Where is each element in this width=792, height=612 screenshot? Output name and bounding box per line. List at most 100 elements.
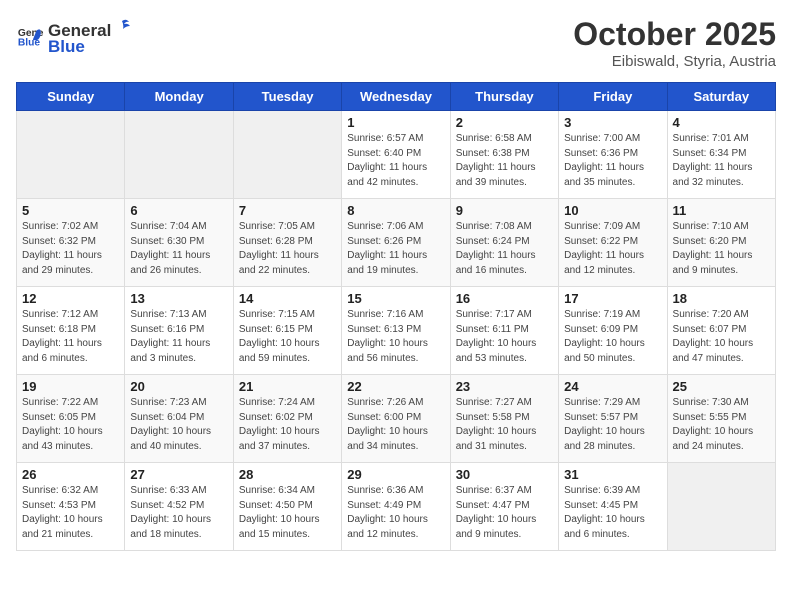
day-info: Sunrise: 7:01 AM Sunset: 6:34 PM Dayligh… <box>673 132 770 190</box>
title-block: October 2025 Eibiswald, Styria, Austria <box>573 16 776 70</box>
calendar-week-3: 12 Sunrise: 7:12 AM Sunset: 6:18 PM Dayli… <box>17 287 776 375</box>
day-number: 2 <box>456 115 553 130</box>
calendar-cell: 5 Sunrise: 7:02 AM Sunset: 6:32 PM Daylig… <box>17 199 125 287</box>
calendar-cell <box>233 111 341 199</box>
day-info: Sunrise: 6:32 AM Sunset: 4:53 PM Dayligh… <box>22 484 119 542</box>
calendar-cell: 19 Sunrise: 7:22 AM Sunset: 6:05 PM Dayli… <box>17 375 125 463</box>
day-info: Sunrise: 7:22 AM Sunset: 6:05 PM Dayligh… <box>22 396 119 454</box>
logo: General Blue General Blue <box>16 16 133 57</box>
day-info: Sunrise: 7:15 AM Sunset: 6:15 PM Dayligh… <box>239 308 336 366</box>
day-number: 20 <box>130 379 227 394</box>
day-info: Sunrise: 6:33 AM Sunset: 4:52 PM Dayligh… <box>130 484 227 542</box>
day-number: 18 <box>673 291 770 306</box>
weekday-header-saturday: Saturday <box>667 83 775 111</box>
day-number: 10 <box>564 203 661 218</box>
calendar-cell: 13Sunrise: 7:13 AM Sunset: 6:16 PM Dayli… <box>125 287 233 375</box>
calendar-cell: 4 Sunrise: 7:01 AM Sunset: 6:34 PM Daylig… <box>667 111 775 199</box>
calendar-cell: 1 Sunrise: 6:57 AM Sunset: 6:40 PM Daylig… <box>342 111 450 199</box>
day-number: 7 <box>239 203 336 218</box>
day-info: Sunrise: 7:17 AM Sunset: 6:11 PM Dayligh… <box>456 308 553 366</box>
svg-text:Blue: Blue <box>18 37 41 48</box>
day-info: Sunrise: 7:02 AM Sunset: 6:32 PM Dayligh… <box>22 220 119 278</box>
day-info: Sunrise: 6:37 AM Sunset: 4:47 PM Dayligh… <box>456 484 553 542</box>
calendar-cell <box>17 111 125 199</box>
day-info: Sunrise: 7:12 AM Sunset: 6:18 PM Dayligh… <box>22 308 119 366</box>
calendar-cell: 15Sunrise: 7:16 AM Sunset: 6:13 PM Dayli… <box>342 287 450 375</box>
weekday-header-tuesday: Tuesday <box>233 83 341 111</box>
calendar-week-5: 26 Sunrise: 6:32 AM Sunset: 4:53 PM Dayli… <box>17 463 776 551</box>
day-info: Sunrise: 7:05 AM Sunset: 6:28 PM Dayligh… <box>239 220 336 278</box>
day-number: 1 <box>347 115 444 130</box>
day-info: Sunrise: 7:06 AM Sunset: 6:26 PM Dayligh… <box>347 220 444 278</box>
page-header: General Blue General Blue October 2025 E… <box>16 16 776 70</box>
calendar-cell: 27 Sunrise: 6:33 AM Sunset: 4:52 PM Dayli… <box>125 463 233 551</box>
day-info: Sunrise: 7:27 AM Sunset: 5:58 PM Dayligh… <box>456 396 553 454</box>
day-number: 26 <box>22 467 119 482</box>
day-number: 25 <box>673 379 770 394</box>
calendar-cell: 16 Sunrise: 7:17 AM Sunset: 6:11 PM Dayli… <box>450 287 558 375</box>
day-number: 21 <box>239 379 336 394</box>
calendar-cell: 24Sunrise: 7:29 AM Sunset: 5:57 PM Dayli… <box>559 375 667 463</box>
calendar-cell: 22 Sunrise: 7:26 AM Sunset: 6:00 PM Dayli… <box>342 375 450 463</box>
calendar-cell: 25 Sunrise: 7:30 AM Sunset: 5:55 PM Dayli… <box>667 375 775 463</box>
calendar-cell: 21 Sunrise: 7:24 AM Sunset: 6:02 PM Dayli… <box>233 375 341 463</box>
day-info: Sunrise: 7:10 AM Sunset: 6:20 PM Dayligh… <box>673 220 770 278</box>
day-number: 15 <box>347 291 444 306</box>
day-info: Sunrise: 7:30 AM Sunset: 5:55 PM Dayligh… <box>673 396 770 454</box>
calendar-table: SundayMondayTuesdayWednesdayThursdayFrid… <box>16 82 776 551</box>
day-info: Sunrise: 7:20 AM Sunset: 6:07 PM Dayligh… <box>673 308 770 366</box>
calendar-cell: 20 Sunrise: 7:23 AM Sunset: 6:04 PM Dayli… <box>125 375 233 463</box>
logo-icon: General Blue <box>16 23 44 51</box>
day-number: 22 <box>347 379 444 394</box>
day-number: 31 <box>564 467 661 482</box>
day-number: 12 <box>22 291 119 306</box>
weekday-header-row: SundayMondayTuesdayWednesdayThursdayFrid… <box>17 83 776 111</box>
month-title: October 2025 <box>573 16 776 53</box>
calendar-cell: 31 Sunrise: 6:39 AM Sunset: 4:45 PM Dayli… <box>559 463 667 551</box>
day-info: Sunrise: 7:23 AM Sunset: 6:04 PM Dayligh… <box>130 396 227 454</box>
day-info: Sunrise: 7:00 AM Sunset: 6:36 PM Dayligh… <box>564 132 661 190</box>
calendar-cell: 30 Sunrise: 6:37 AM Sunset: 4:47 PM Dayli… <box>450 463 558 551</box>
calendar-cell: 23 Sunrise: 7:27 AM Sunset: 5:58 PM Dayli… <box>450 375 558 463</box>
calendar-cell: 26 Sunrise: 6:32 AM Sunset: 4:53 PM Dayli… <box>17 463 125 551</box>
calendar-cell: 18 Sunrise: 7:20 AM Sunset: 6:07 PM Dayli… <box>667 287 775 375</box>
day-info: Sunrise: 6:57 AM Sunset: 6:40 PM Dayligh… <box>347 132 444 190</box>
calendar-cell: 10 Sunrise: 7:09 AM Sunset: 6:22 PM Dayli… <box>559 199 667 287</box>
day-info: Sunrise: 7:19 AM Sunset: 6:09 PM Dayligh… <box>564 308 661 366</box>
day-number: 19 <box>22 379 119 394</box>
day-number: 11 <box>673 203 770 218</box>
day-number: 14 <box>239 291 336 306</box>
calendar-week-1: 1 Sunrise: 6:57 AM Sunset: 6:40 PM Daylig… <box>17 111 776 199</box>
day-number: 24 <box>564 379 661 394</box>
day-number: 6 <box>130 203 227 218</box>
weekday-header-monday: Monday <box>125 83 233 111</box>
weekday-header-thursday: Thursday <box>450 83 558 111</box>
day-number: 23 <box>456 379 553 394</box>
day-info: Sunrise: 6:36 AM Sunset: 4:49 PM Dayligh… <box>347 484 444 542</box>
weekday-header-sunday: Sunday <box>17 83 125 111</box>
day-number: 5 <box>22 203 119 218</box>
day-info: Sunrise: 6:34 AM Sunset: 4:50 PM Dayligh… <box>239 484 336 542</box>
day-info: Sunrise: 6:58 AM Sunset: 6:38 PM Dayligh… <box>456 132 553 190</box>
calendar-week-4: 19 Sunrise: 7:22 AM Sunset: 6:05 PM Dayli… <box>17 375 776 463</box>
day-number: 4 <box>673 115 770 130</box>
calendar-cell: 9 Sunrise: 7:08 AM Sunset: 6:24 PM Daylig… <box>450 199 558 287</box>
day-info: Sunrise: 7:09 AM Sunset: 6:22 PM Dayligh… <box>564 220 661 278</box>
day-info: Sunrise: 6:39 AM Sunset: 4:45 PM Dayligh… <box>564 484 661 542</box>
weekday-header-wednesday: Wednesday <box>342 83 450 111</box>
day-number: 27 <box>130 467 227 482</box>
day-info: Sunrise: 7:26 AM Sunset: 6:00 PM Dayligh… <box>347 396 444 454</box>
calendar-cell <box>667 463 775 551</box>
calendar-cell: 29Sunrise: 6:36 AM Sunset: 4:49 PM Dayli… <box>342 463 450 551</box>
weekday-header-friday: Friday <box>559 83 667 111</box>
day-number: 30 <box>456 467 553 482</box>
calendar-cell: 7 Sunrise: 7:05 AM Sunset: 6:28 PM Daylig… <box>233 199 341 287</box>
day-info: Sunrise: 7:24 AM Sunset: 6:02 PM Dayligh… <box>239 396 336 454</box>
calendar-cell: 12 Sunrise: 7:12 AM Sunset: 6:18 PM Dayli… <box>17 287 125 375</box>
logo-bird-icon <box>112 16 132 36</box>
calendar-cell: 3Sunrise: 7:00 AM Sunset: 6:36 PM Daylig… <box>559 111 667 199</box>
day-info: Sunrise: 7:08 AM Sunset: 6:24 PM Dayligh… <box>456 220 553 278</box>
day-number: 16 <box>456 291 553 306</box>
day-number: 9 <box>456 203 553 218</box>
calendar-cell: 17Sunrise: 7:19 AM Sunset: 6:09 PM Dayli… <box>559 287 667 375</box>
